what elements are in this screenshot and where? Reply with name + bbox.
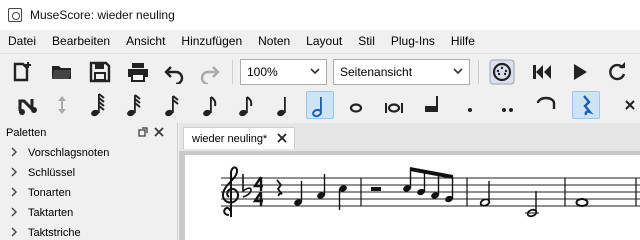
chevron-right-icon [10, 227, 20, 240]
menu-hilfe[interactable]: Hilfe [451, 34, 475, 48]
palette-list: Vorschlagsnoten Schlüssel Tonarten Takta… [0, 143, 177, 240]
close-icon[interactable] [154, 127, 164, 137]
tab-label: wieder neuling* [192, 132, 268, 145]
quarter-rest-icon [276, 179, 283, 197]
64th-note-icon[interactable] [84, 91, 112, 119]
palette-item-label: Tonarten [28, 187, 71, 199]
print-icon[interactable] [124, 58, 152, 86]
score-document-area: wieder neuling* [179, 123, 640, 240]
note-c4-half [525, 191, 539, 218]
zoom-select[interactable]: 100% [240, 59, 327, 85]
open-icon[interactable] [48, 58, 76, 86]
chevron-down-icon [308, 64, 322, 81]
view-mode-select[interactable]: Seitenansicht [333, 59, 470, 85]
quarter-note-icon[interactable] [270, 91, 298, 119]
palette-item-label: Taktarten [28, 207, 74, 219]
palette-item-vorschlagsnoten[interactable]: Vorschlagsnoten [0, 143, 177, 163]
menu-datei[interactable]: Datei [8, 34, 36, 48]
menu-bar: Datei Bearbeiten Ansicht Hinzufügen Note… [0, 30, 640, 52]
menu-ansicht[interactable]: Ansicht [126, 34, 165, 48]
loop-icon[interactable] [603, 58, 631, 86]
undo-icon[interactable] [160, 58, 188, 86]
note-f4-whole [575, 198, 589, 207]
rest-icon[interactable] [572, 91, 600, 119]
palette-item-label: Schlüssel [28, 167, 76, 179]
flip-direction-icon[interactable] [616, 91, 640, 119]
menu-hinzufuegen[interactable]: Hinzufügen [181, 34, 242, 48]
palette-panel: Paletten Vorschlagsnoten Schlüssel Tonar… [0, 123, 178, 240]
eighth-note-icon[interactable] [196, 91, 224, 119]
score-canvas[interactable] [179, 151, 640, 240]
chevron-right-icon [10, 147, 20, 160]
window-title: MuseScore: wieder neuling [30, 8, 175, 22]
palette-item-label: Taktstriche [28, 227, 81, 239]
play-icon[interactable] [566, 58, 594, 86]
palette-item-schluessel[interactable]: Schlüssel [0, 163, 177, 183]
new-score-icon[interactable] [8, 58, 36, 86]
dot-icon[interactable] [456, 91, 484, 119]
eighth-note-alt-icon[interactable] [232, 91, 260, 119]
chevron-right-icon [10, 207, 20, 220]
whole-note-icon[interactable] [342, 91, 370, 119]
half-rest-icon [371, 187, 381, 191]
palette-title: Paletten [6, 127, 47, 139]
palette-header: Paletten [0, 123, 177, 143]
chevron-right-icon [10, 167, 20, 180]
score-staff[interactable] [185, 155, 640, 240]
palette-item-taktstriche[interactable]: Taktstriche [0, 223, 177, 240]
menu-layout[interactable]: Layout [306, 34, 342, 48]
half-note-icon[interactable] [306, 91, 334, 119]
note-input-icon[interactable] [14, 91, 42, 119]
undock-icon[interactable] [138, 127, 148, 137]
menu-stil[interactable]: Stil [358, 34, 375, 48]
chevron-right-icon [10, 187, 20, 200]
title-bar: MuseScore: wieder neuling [0, 0, 640, 30]
file-toolbar: 100% Seitenansicht [0, 53, 640, 89]
palette-item-tonarten[interactable]: Tonarten [0, 183, 177, 203]
menu-bearbeiten[interactable]: Bearbeiten [52, 34, 110, 48]
midi-input-icon[interactable] [488, 58, 516, 86]
close-icon[interactable] [276, 132, 288, 144]
toolbar-separator [232, 60, 233, 84]
toolbar-separator [478, 60, 479, 84]
view-mode-value: Seitenansicht [340, 65, 413, 79]
16th-note-icon[interactable] [158, 91, 186, 119]
longa-icon[interactable] [418, 91, 446, 119]
save-icon[interactable] [86, 58, 114, 86]
palette-item-taktarten[interactable]: Taktarten [0, 203, 177, 223]
score-page[interactable] [185, 155, 640, 240]
32nd-note-icon[interactable] [120, 91, 148, 119]
musescore-app-icon [8, 8, 22, 22]
chevron-down-icon [451, 64, 465, 81]
tie-icon[interactable] [532, 91, 560, 119]
zoom-value: 100% [247, 65, 278, 79]
menu-noten[interactable]: Noten [258, 34, 290, 48]
voice-arrows-icon[interactable] [48, 91, 76, 119]
double-dot-icon[interactable] [494, 91, 522, 119]
palette-item-label: Vorschlagsnoten [28, 147, 110, 159]
menu-plugins[interactable]: Plug-Ins [391, 34, 435, 48]
tab-wieder-neuling[interactable]: wieder neuling* [183, 127, 295, 149]
rewind-icon[interactable] [528, 58, 556, 86]
redo-icon[interactable] [196, 58, 224, 86]
breve-icon[interactable] [380, 91, 408, 119]
